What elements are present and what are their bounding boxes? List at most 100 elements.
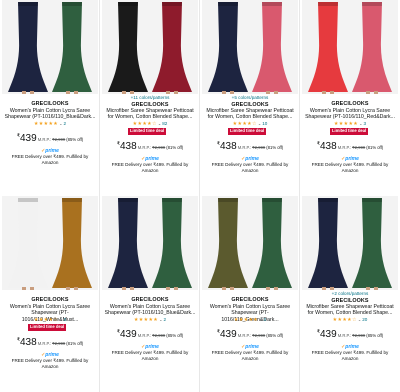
delivery-info: FREE Delivery over ₹499. Fulfilled by Am…: [11, 154, 89, 165]
mrp-value: ₹2,999: [352, 145, 366, 150]
star-rating-icon[interactable]: ★★★★☆: [333, 317, 357, 323]
review-count[interactable]: 10: [262, 121, 267, 126]
brand-name: GRECILOOKS: [31, 101, 69, 107]
price-value: 439: [220, 329, 237, 340]
star-rating-icon[interactable]: ★★★★★: [34, 121, 58, 127]
review-count[interactable]: 3: [264, 317, 267, 322]
review-count[interactable]: 82: [162, 121, 167, 126]
product-title[interactable]: Women's Plain Cotton Lycra Saree Shapewe…: [104, 304, 196, 317]
product-card[interactable]: GRECILOOKS Women's Plain Cotton Lycra Sar…: [200, 196, 300, 392]
rating-row: ★★★★★⌄3: [200, 317, 300, 323]
delivery-info: FREE Delivery over ₹499. Fulfilled by Am…: [111, 350, 189, 361]
mrp-label: M.R.P.:: [337, 333, 352, 338]
skirt-image: [8, 2, 48, 94]
star-rating-icon[interactable]: ★★★★★: [334, 121, 358, 127]
star-rating-icon[interactable]: ★★★★☆: [233, 121, 257, 127]
product-title[interactable]: Women's Plain Cotton Lycra Saree Shapewe…: [4, 108, 96, 121]
discount-percent: (85% off): [266, 333, 284, 338]
star-rating-icon[interactable]: ★★★★★: [234, 317, 258, 323]
chevron-down-icon[interactable]: ⌄: [359, 121, 362, 126]
review-count[interactable]: 20: [362, 317, 367, 322]
mrp-label: M.R.P.:: [137, 145, 152, 150]
skirt-image: [252, 198, 292, 290]
delivery-info: FREE Delivery over ₹499. Fulfilled by Am…: [211, 350, 289, 361]
skirt-image: [352, 2, 392, 94]
limited-time-deal-badge: Limited time deal: [228, 128, 267, 135]
price-row: ₹439M.R.P.:₹2,999(85% off): [200, 324, 300, 342]
discount-percent: (81% off): [66, 341, 84, 346]
color-options-link[interactable]: +2 colors/patterns: [300, 291, 400, 296]
chevron-down-icon[interactable]: ⌄: [59, 121, 62, 126]
price-value: 438: [320, 141, 337, 152]
skirt-image: [308, 2, 348, 94]
brand-name: GRECILOOKS: [31, 297, 69, 303]
skirt-image: [8, 198, 48, 290]
product-image[interactable]: [102, 0, 198, 94]
product-image[interactable]: [202, 0, 298, 94]
skirt-image: [52, 2, 92, 94]
product-image[interactable]: [302, 0, 398, 94]
rating-row: ★★★★☆⌄10: [200, 121, 300, 127]
skirt-image: [152, 2, 192, 94]
discount-percent: (81% off): [366, 145, 384, 150]
product-title[interactable]: Microfiber Saree Shapewear Petticoat for…: [104, 108, 196, 121]
product-card[interactable]: GRECILOOKS Women's Plain Cotton Lycra Sar…: [300, 0, 400, 196]
mrp-label: M.R.P.:: [137, 333, 152, 338]
mrp-value: ₹2,999: [52, 341, 66, 346]
star-rating-icon[interactable]: ★★★★☆: [34, 317, 58, 323]
product-card[interactable]: GRECILOOKS Women's Plain Cotton Lycra Sar…: [100, 196, 200, 392]
product-card[interactable]: +5 colors/patterns GRECILOOKS Microfiber S…: [200, 0, 300, 196]
rating-row: ★★★★★⌄2: [100, 317, 200, 323]
skirt-image: [108, 198, 148, 290]
skirt-image: [52, 198, 92, 290]
review-count[interactable]: 2: [64, 121, 67, 126]
product-title[interactable]: Microfiber Saree Shapewear Petticoat for…: [204, 108, 296, 121]
color-options-link[interactable]: +5 colors/patterns: [200, 95, 300, 100]
chevron-down-icon[interactable]: ⌄: [159, 317, 162, 322]
skirt-image: [208, 198, 248, 290]
product-image[interactable]: [302, 196, 398, 290]
delivery-info: FREE Delivery over ₹499. Fulfilled by Am…: [11, 358, 89, 369]
product-card[interactable]: GRECILOOKS Women's Plain Cotton Lycra Sar…: [0, 196, 100, 392]
mrp-value: ₹2,999: [52, 137, 66, 142]
skirt-image: [152, 198, 192, 290]
chevron-down-icon[interactable]: ⌄: [358, 317, 361, 322]
chevron-down-icon[interactable]: ⌄: [59, 317, 62, 322]
chevron-down-icon[interactable]: ⌄: [259, 317, 262, 322]
delivery-info: FREE Delivery over ₹499. Fulfilled by Am…: [211, 162, 289, 173]
mrp-label: M.R.P.:: [237, 145, 252, 150]
skirt-image: [208, 2, 248, 94]
price-value: 439: [120, 329, 137, 340]
discount-percent: (85% off): [366, 333, 384, 338]
product-title[interactable]: Microfiber Saree Shapewear Petticoat for…: [304, 304, 396, 317]
price-row: ₹438M.R.P.:₹2,999(81% off): [200, 136, 300, 154]
skirt-image: [352, 198, 392, 290]
product-image[interactable]: [2, 0, 98, 94]
product-title[interactable]: Women's Plain Cotton Lycra Saree Shapewe…: [304, 108, 396, 121]
product-image[interactable]: [2, 196, 98, 290]
chevron-down-icon[interactable]: ⌄: [158, 121, 161, 126]
color-options-link[interactable]: +11 colors/patterns: [100, 95, 200, 100]
product-card[interactable]: +2 colors/patterns GRECILOOKS Microfiber S…: [300, 196, 400, 392]
mrp-value: ₹2,999: [352, 333, 366, 338]
price-value: 438: [20, 337, 37, 348]
star-rating-icon[interactable]: ★★★★★: [134, 317, 158, 323]
product-image[interactable]: [102, 196, 198, 290]
rating-row: ★★★★☆⌄20: [300, 317, 400, 323]
chevron-down-icon[interactable]: ⌄: [258, 121, 261, 126]
review-count[interactable]: 3: [364, 121, 367, 126]
rating-row: ★★★★☆⌄3: [0, 317, 100, 323]
review-count[interactable]: 2: [164, 317, 167, 322]
delivery-info: FREE Delivery over ₹499. Fulfilled by Am…: [311, 162, 389, 173]
limited-time-deal-badge: Limited time deal: [128, 128, 167, 135]
review-count[interactable]: 3: [64, 317, 67, 322]
limited-time-deal-badge: Limited time deal: [28, 324, 67, 331]
product-card[interactable]: +11 colors/patterns GRECILOOKS Microfiber …: [100, 0, 200, 196]
price-row: ₹438M.R.P.:₹2,999(81% off): [0, 332, 100, 350]
mrp-label: M.R.P.:: [37, 341, 52, 346]
product-image[interactable]: [202, 196, 298, 290]
discount-percent: (81% off): [266, 145, 284, 150]
product-card[interactable]: GRECILOOKS Women's Plain Cotton Lycra Sar…: [0, 0, 100, 196]
brand-name: GRECILOOKS: [231, 297, 269, 303]
star-rating-icon[interactable]: ★★★★☆: [133, 121, 157, 127]
